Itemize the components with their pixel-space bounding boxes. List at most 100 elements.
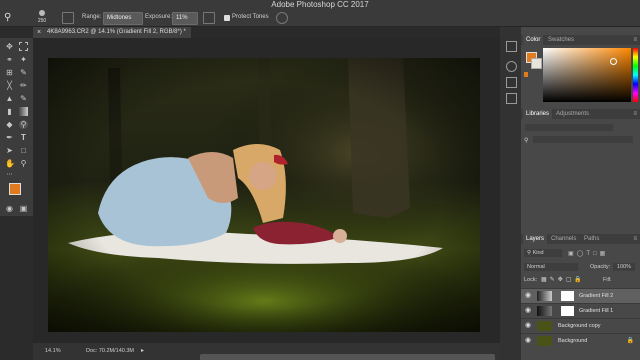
tab-adjustments[interactable]: Adjustments xyxy=(553,109,592,119)
gradient-icon[interactable] xyxy=(19,107,28,116)
filter-kind-select[interactable]: ⚲ Kind xyxy=(524,249,562,257)
range-label: Range: xyxy=(82,14,102,20)
out-of-gamut-icon xyxy=(524,72,528,77)
panel-menu-icon[interactable]: ≡ xyxy=(633,35,637,45)
brush-settings-icon[interactable] xyxy=(506,77,517,88)
layer-row[interactable]: ◉ Gradient Fill 2 xyxy=(521,288,640,303)
layer-name[interactable]: Gradient Fill 1 xyxy=(579,304,613,318)
layer-mask-thumbnail[interactable] xyxy=(561,306,574,316)
brush-panel-icon[interactable] xyxy=(62,12,74,24)
dodge-tool-icon[interactable]: ⚲ xyxy=(4,12,18,23)
status-menu-arrow-icon[interactable]: ▸ xyxy=(141,343,144,360)
marquee-icon[interactable] xyxy=(19,42,28,51)
tab-channels[interactable]: Channels xyxy=(548,234,579,244)
history-brush-icon[interactable]: ✎ xyxy=(19,94,28,103)
healing-icon[interactable]: ╳ xyxy=(5,81,14,90)
tab-layers[interactable]: Layers xyxy=(523,234,548,244)
pen-icon[interactable]: ✒ xyxy=(5,133,14,142)
canvas-area[interactable] xyxy=(33,38,500,343)
right-panels: Color Swatches ≡ Libraries Adjustments ≡… xyxy=(521,27,640,360)
airbrush-icon[interactable] xyxy=(203,12,215,24)
tools-panel: ✥ ⚭ ✦ ⊞ ✎ ╳ ✏ ▲ ✎ ▮ ◆ ⚲ ✒ T ➤ □ ✋ ⚲ ⋯ ◉ … xyxy=(0,38,33,216)
crop-icon[interactable]: ⊞ xyxy=(5,68,14,77)
rectangle-icon[interactable]: □ xyxy=(19,146,28,155)
eraser-icon[interactable]: ▮ xyxy=(5,107,14,116)
close-tab-icon[interactable]: × xyxy=(37,27,41,38)
layer-row[interactable]: ◉ Background copy xyxy=(521,318,640,333)
library-select[interactable] xyxy=(525,124,613,131)
visibility-eye-icon[interactable]: ◉ xyxy=(525,289,531,303)
tab-libraries[interactable]: Libraries xyxy=(523,109,553,119)
brush-size-value: 250 xyxy=(37,18,47,24)
fill-label: Fill: xyxy=(603,277,612,283)
lasso-icon[interactable]: ⚭ xyxy=(5,55,14,64)
blend-mode-select[interactable]: Normal xyxy=(524,263,578,271)
history-panel-icon[interactable] xyxy=(506,41,517,52)
library-search-input[interactable] xyxy=(533,136,633,143)
panel-menu-icon[interactable]: ≡ xyxy=(633,109,637,119)
layer-thumbnail xyxy=(537,321,552,331)
brush-size[interactable]: 250 xyxy=(36,10,48,24)
zoom-level[interactable]: 14.1% xyxy=(45,343,61,360)
visibility-eye-icon[interactable]: ◉ xyxy=(525,334,531,348)
more-tools-icon[interactable]: ⋯ xyxy=(5,171,14,180)
panel-background-swatch[interactable] xyxy=(531,58,542,69)
foreground-color-swatch[interactable] xyxy=(9,183,21,195)
title-bar: Adobe Photoshop CC 2017 xyxy=(0,0,640,9)
layer-name[interactable]: Gradient Fill 2 xyxy=(579,289,613,303)
type-icon[interactable]: T xyxy=(19,133,28,142)
library-search-icon[interactable]: ⚲ xyxy=(524,137,528,144)
visibility-eye-icon[interactable]: ◉ xyxy=(525,319,531,333)
move-icon[interactable]: ✥ xyxy=(5,42,14,51)
dock xyxy=(200,354,495,360)
magic-wand-icon[interactable]: ✦ xyxy=(19,55,28,64)
layer-thumbnail xyxy=(537,306,552,316)
document-tab-bar: × 4K8A9963.CR2 @ 14.1% (Gradient Fill 2,… xyxy=(33,27,500,38)
layers-panel-header: Layers Channels Paths ≡ xyxy=(521,234,640,244)
hue-slider[interactable] xyxy=(633,48,638,102)
lock-label: Lock: xyxy=(524,277,538,283)
tab-swatches[interactable]: Swatches xyxy=(545,35,577,45)
quick-mask-icon[interactable]: ◉ xyxy=(5,204,14,213)
layer-thumbnail xyxy=(537,336,552,346)
color-picker-cursor[interactable] xyxy=(610,58,617,65)
zoom-icon[interactable]: ⚲ xyxy=(19,159,28,168)
hand-icon[interactable]: ✋ xyxy=(5,159,15,168)
eyedropper-icon[interactable]: ✎ xyxy=(19,68,28,77)
panel-menu-icon[interactable]: ≡ xyxy=(633,234,637,244)
filter-search-icon: ⚲ xyxy=(527,250,532,256)
layer-mask-thumbnail[interactable] xyxy=(561,291,574,301)
protect-tones-label: Protect Tones xyxy=(232,14,269,20)
layer-row[interactable]: ◉ Background 🔒 xyxy=(521,333,640,348)
tab-color[interactable]: Color xyxy=(523,35,544,45)
layer-row[interactable]: ◉ Gradient Fill 1 xyxy=(521,303,640,318)
brush-icon[interactable]: ✏ xyxy=(19,81,28,90)
color-picker-field[interactable] xyxy=(543,48,631,102)
document-tab-label: 4K8A9963.CR2 @ 14.1% (Gradient Fill 2, R… xyxy=(47,29,186,35)
layer-filter-icons[interactable]: ▣◯T□▦ xyxy=(568,250,608,257)
stamp-icon[interactable]: ▲ xyxy=(5,94,14,103)
protect-tones-checkbox[interactable] xyxy=(224,15,230,21)
exposure-input[interactable]: 11% xyxy=(172,12,198,25)
photo-canvas[interactable] xyxy=(48,58,480,332)
layer-name[interactable]: Background xyxy=(558,334,587,348)
exposure-label: Exposure: xyxy=(145,14,173,20)
range-select[interactable]: Midtones xyxy=(103,12,143,25)
pressure-icon[interactable] xyxy=(276,12,288,24)
document-tab[interactable]: × 4K8A9963.CR2 @ 14.1% (Gradient Fill 2,… xyxy=(33,27,191,38)
path-select-icon[interactable]: ➤ xyxy=(5,146,14,155)
clone-source-icon[interactable] xyxy=(506,93,517,104)
opacity-input[interactable]: 100% xyxy=(613,263,635,271)
lock-icons[interactable]: ▦✎✥▢🔒 xyxy=(541,276,585,284)
dodge-icon[interactable]: ⚲ xyxy=(19,120,28,129)
brush-preview-icon xyxy=(39,10,45,16)
blur-icon[interactable]: ◆ xyxy=(5,120,14,129)
screen-mode-icon[interactable]: ▣ xyxy=(19,204,28,213)
options-bar: ⚲ 250 Range: Midtones Exposure: 11% Prot… xyxy=(0,9,640,27)
opacity-label: Opacity: xyxy=(590,264,611,270)
visibility-eye-icon[interactable]: ◉ xyxy=(525,304,531,318)
app-title: Adobe Photoshop CC 2017 xyxy=(271,0,369,9)
layer-name[interactable]: Background copy xyxy=(558,319,601,333)
tab-paths[interactable]: Paths xyxy=(581,234,602,244)
properties-panel-icon[interactable] xyxy=(506,61,517,72)
